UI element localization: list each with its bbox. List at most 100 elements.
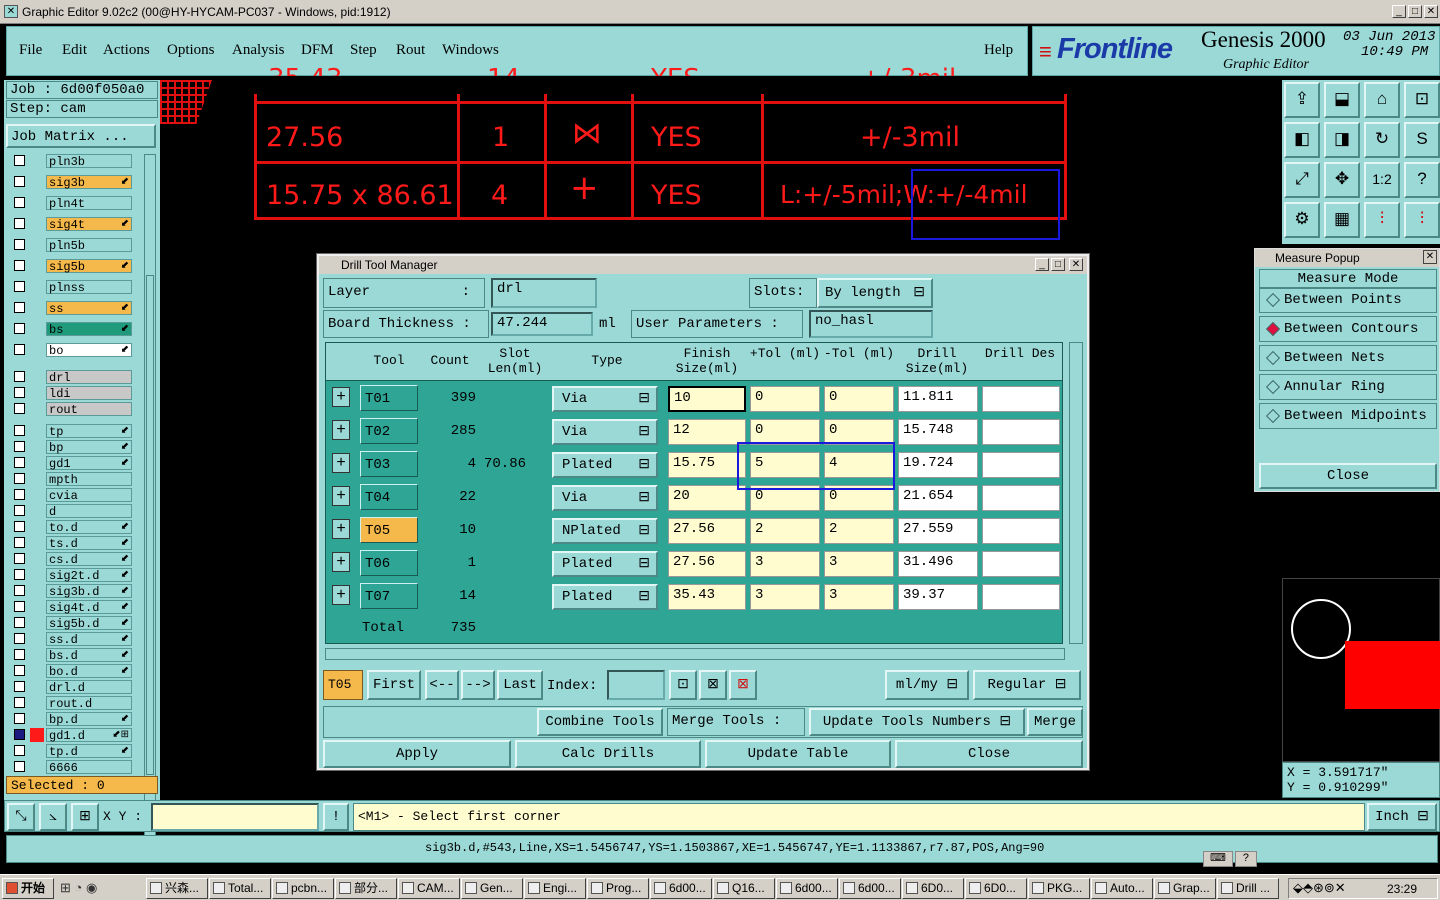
layer-checkbox[interactable] (14, 697, 25, 708)
board-thickness-input[interactable]: 47.244 (491, 312, 593, 336)
menu-actions[interactable]: Actions (103, 42, 150, 59)
minus-tol-input[interactable]: 0 (824, 386, 894, 412)
drill-des-input[interactable] (982, 386, 1060, 412)
taskbar-item[interactable]: 6d00... (839, 878, 901, 899)
layer-row[interactable]: bp ⬋ (10, 440, 134, 455)
zoom-fit-icon[interactable]: ⤢ (1284, 162, 1320, 198)
layer-name[interactable]: 6666 (46, 760, 132, 775)
prev-button[interactable]: <-- (425, 670, 459, 700)
layer-name[interactable]: mpth (46, 472, 132, 487)
tool-id-button[interactable]: T04 (360, 484, 418, 510)
rotate-icon[interactable]: ↻ (1364, 122, 1400, 158)
drill-des-input[interactable] (982, 452, 1060, 478)
layer-checkbox[interactable] (14, 617, 25, 628)
menu-help[interactable]: Help (984, 42, 1013, 59)
layer-checkbox[interactable] (14, 218, 25, 229)
expand-row-icon[interactable]: + (332, 387, 350, 407)
drill-size-input[interactable]: 31.496 (898, 551, 978, 577)
layer-name[interactable]: ts.d ⬋ (46, 536, 132, 551)
layer-checkbox[interactable] (14, 302, 25, 313)
layer-checkbox[interactable] (14, 761, 25, 772)
layer-name[interactable]: pln5b (46, 238, 132, 253)
layer-checkbox[interactable] (14, 713, 25, 724)
scroll-thumb[interactable] (146, 275, 154, 775)
drill-size-input[interactable]: 39.37 (898, 584, 978, 610)
layer-row[interactable]: pln4t (10, 196, 134, 211)
tool-id-button[interactable]: T06 (360, 550, 418, 576)
layer-row[interactable]: ss.d ⬋ (10, 632, 134, 647)
finish-size-input[interactable]: 27.56 (668, 551, 746, 577)
layer-checkbox[interactable] (14, 505, 25, 516)
taskbar-item[interactable]: 6D0... (902, 878, 964, 899)
plus-tol-input[interactable]: 3 (750, 584, 820, 610)
layer-name[interactable]: sig5b.d ⬋ (46, 616, 132, 631)
drill-size-input[interactable]: 27.559 (898, 518, 978, 544)
pan-right-icon[interactable]: ◨ (1324, 122, 1360, 158)
layer-name[interactable]: pln4t (46, 196, 132, 211)
calc-drills-button[interactable]: Calc Drills (515, 740, 701, 768)
menu-windows[interactable]: Windows (442, 42, 499, 59)
tool-type-dropdown[interactable]: Via ⊟ (552, 419, 658, 445)
layers-red-icon[interactable]: ⫶ (1364, 202, 1400, 238)
drill-size-input[interactable]: 19.724 (898, 452, 978, 478)
layer-row[interactable]: bo.d ⬋ (10, 664, 134, 679)
layer-row[interactable]: tp.d ⬋ (10, 744, 134, 759)
taskbar-item[interactable]: PKG... (1028, 878, 1090, 899)
menu-options[interactable]: Options (167, 42, 215, 59)
snap-icon[interactable]: ⤡ (7, 803, 35, 831)
menu-step[interactable]: Step (350, 42, 377, 59)
layer-row[interactable]: sig4t.d ⬋ (10, 600, 134, 615)
layer-name[interactable]: bs ⬋ (46, 322, 132, 337)
layer-checkbox[interactable] (14, 239, 25, 250)
drill-des-input[interactable] (982, 485, 1060, 511)
layer-checkbox[interactable] (14, 489, 25, 500)
layer-row[interactable]: ldi (10, 386, 134, 401)
layer-name[interactable]: d (46, 504, 132, 519)
layer-name[interactable]: drl (46, 370, 132, 385)
layer-checkbox[interactable] (14, 176, 25, 187)
scale-1-2-icon[interactable]: 1:2 (1364, 162, 1400, 198)
unit-dropdown[interactable]: Inch ⊟ (1367, 803, 1437, 831)
taskbar-item[interactable]: 6d00... (650, 878, 712, 899)
start-button[interactable]: 开始 (2, 878, 54, 899)
dtm-maximize-button[interactable]: □ (1051, 258, 1065, 271)
layer-name[interactable]: rout (46, 402, 132, 417)
combine-tools-button[interactable]: Combine Tools (537, 708, 663, 736)
layer-checkbox[interactable] (14, 729, 25, 740)
taskbar-item[interactable]: Gen... (461, 878, 523, 899)
home-down-icon[interactable]: ⬓ (1324, 82, 1360, 118)
layer-name[interactable]: ldi (46, 386, 132, 401)
measure-between-midpoints[interactable]: Between Midpoints (1259, 403, 1437, 429)
finish-size-input[interactable]: 35.43 (668, 584, 746, 610)
layer-row[interactable]: pln5b (10, 238, 134, 253)
layer-checkbox[interactable] (14, 745, 25, 756)
layer-input[interactable]: drl (491, 278, 597, 308)
layer-row[interactable]: bs.d ⬋ (10, 648, 134, 663)
house-icon[interactable]: ⌂ (1364, 82, 1400, 118)
layer-name[interactable]: sig3b.d ⬋ (46, 584, 132, 599)
settings-icon[interactable]: ⚙ (1284, 202, 1320, 238)
drill-des-input[interactable] (982, 419, 1060, 445)
layer-name[interactable]: sig3b ⬋ (46, 175, 132, 190)
layer-name[interactable]: bo ⬋ (46, 343, 132, 358)
finish-size-input[interactable]: 20 (668, 485, 746, 511)
slots-dropdown[interactable]: By length ⊟ (817, 278, 933, 308)
delete-icon[interactable]: ⊠ (729, 670, 757, 700)
layers-red-alt-icon[interactable]: ⫶ (1404, 202, 1440, 238)
layer-row[interactable]: bo ⬋ (10, 343, 134, 358)
layer-name[interactable]: bo.d ⬋ (46, 664, 132, 679)
drill-des-input[interactable] (982, 584, 1060, 610)
layer-name[interactable]: ss.d ⬋ (46, 632, 132, 647)
layer-row[interactable]: drl (10, 370, 134, 385)
menu-dfm[interactable]: DFM (301, 42, 334, 59)
merge-button[interactable]: Merge (1027, 708, 1083, 736)
layer-row[interactable]: sig5b.d ⬋ (10, 616, 134, 631)
minus-tol-input[interactable]: 3 (824, 551, 894, 577)
layer-row[interactable]: d (10, 504, 134, 519)
taskbar-item[interactable]: Drill ... (1217, 878, 1279, 899)
layer-name[interactable]: plnss (46, 280, 132, 295)
xy-input[interactable] (151, 803, 319, 831)
measure-between-points[interactable]: Between Points (1259, 287, 1437, 313)
layer-row[interactable]: sig5b ⬋ (10, 259, 134, 274)
layer-row[interactable]: gd1.d ⬋⊞ (10, 728, 134, 743)
